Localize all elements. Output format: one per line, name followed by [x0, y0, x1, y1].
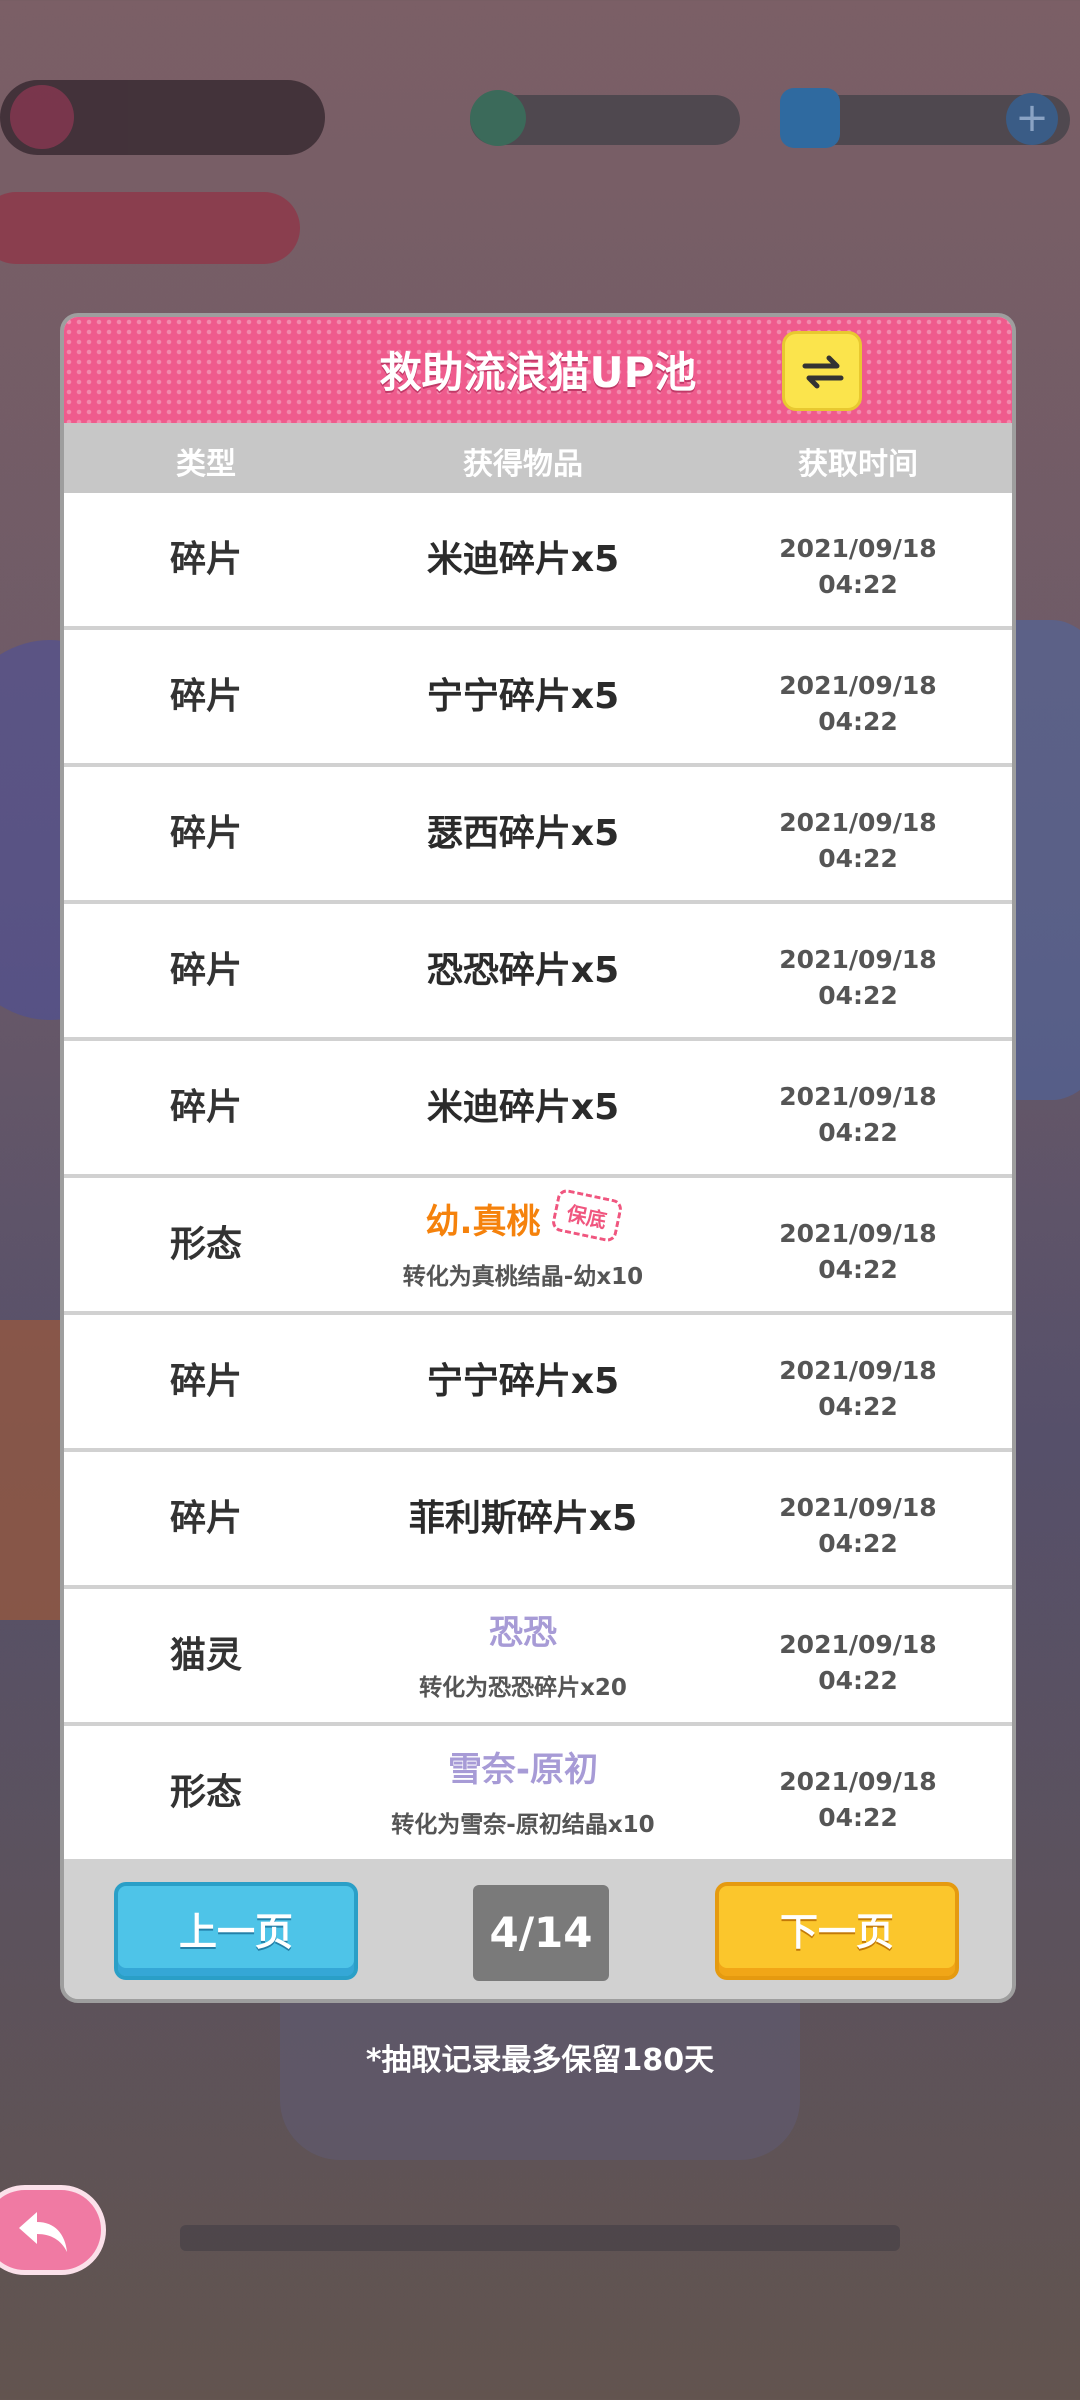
row-item: 米迪碎片x5 — [426, 539, 620, 580]
column-type: 类型 — [176, 447, 236, 482]
table-row: 形态 雪奈-原初 转化为雪奈-原初结晶x10 2021/09/18 04:22 — [64, 1726, 1012, 1859]
dialog-title: 救助流浪猫UP池 — [379, 348, 697, 397]
row-time: 2021/09/18 04:22 — [779, 534, 937, 599]
pagination-bar: 上一页 4/14 下一页 — [64, 1864, 1012, 1999]
page-indicator: 4/14 — [473, 1885, 609, 1981]
row-item: 宁宁碎片x5 — [426, 1361, 620, 1402]
draw-record-pill[interactable] — [0, 192, 300, 264]
coin-icon — [470, 90, 526, 146]
gem-icon — [780, 88, 840, 148]
row-item: 菲利斯碎片x5 — [408, 1498, 638, 1539]
top-event-pill[interactable] — [0, 80, 325, 155]
column-item: 获得物品 — [463, 447, 583, 482]
table-row: 碎片 宁宁碎片x5 2021/09/18 04:22 — [64, 630, 1012, 763]
table-row: 碎片 米迪碎片x5 2021/09/18 04:22 — [64, 493, 1012, 626]
next-page-button[interactable]: 下一页 — [715, 1882, 959, 1980]
row-time: 2021/09/18 04:22 — [779, 1082, 937, 1147]
row-time: 2021/09/18 04:22 — [779, 1219, 937, 1284]
prev-page-button[interactable]: 上一页 — [114, 1882, 358, 1980]
row-item: 米迪碎片x5 — [426, 1087, 620, 1128]
table-row: 碎片 宁宁碎片x5 2021/09/18 04:22 — [64, 1315, 1012, 1448]
row-time: 2021/09/18 04:22 — [779, 1493, 937, 1558]
row-item-conversion: 转化为真桃结晶-幼x10 — [402, 1264, 644, 1290]
avatar — [10, 85, 74, 149]
table-row: 碎片 菲利斯碎片x5 2021/09/18 04:22 — [64, 1452, 1012, 1585]
row-item-name: 恐恐 — [489, 1613, 557, 1653]
row-item: 恐恐碎片x5 — [426, 950, 620, 991]
row-item: 宁宁碎片x5 — [426, 676, 620, 717]
row-time: 2021/09/18 04:22 — [779, 1356, 937, 1421]
row-item-conversion: 转化为雪奈-原初结晶x10 — [391, 1812, 655, 1838]
row-time: 2021/09/18 04:22 — [779, 1767, 937, 1832]
row-item-name: 雪奈-原初 — [447, 1750, 599, 1790]
back-button[interactable] — [0, 2185, 106, 2275]
row-time: 2021/09/18 04:22 — [779, 671, 937, 736]
column-time: 获取时间 — [798, 447, 918, 482]
row-item: 幼.真桃 保底 转化为真桃结晶-幼x10 — [298, 1187, 748, 1291]
column-headers: 类型 获得物品 获取时间 — [64, 423, 1012, 493]
table-row: 猫灵 恐恐 转化为恐恐碎片x20 2021/09/18 04:22 — [64, 1589, 1012, 1722]
background-text — [180, 2225, 900, 2251]
swap-arrows-icon — [802, 355, 844, 389]
record-list[interactable]: 碎片 米迪碎片x5 2021/09/18 04:22 碎片 宁宁碎片x5 2021… — [64, 493, 1012, 1864]
row-item: 雪奈-原初 转化为雪奈-原初结晶x10 — [298, 1742, 748, 1839]
row-time: 2021/09/18 04:22 — [779, 808, 937, 873]
add-currency-icon[interactable]: + — [1006, 93, 1058, 145]
row-item-name: 幼.真桃 — [425, 1202, 541, 1242]
row-time: 2021/09/18 04:22 — [779, 945, 937, 1010]
table-row: 碎片 米迪碎片x5 2021/09/18 04:22 — [64, 1041, 1012, 1174]
table-row: 形态 幼.真桃 保底 转化为真桃结晶-幼x10 2021/09/18 04:22 — [64, 1178, 1012, 1311]
dialog-header: 救助流浪猫UP池 — [64, 317, 1012, 423]
retention-note: *抽取记录最多保留180天 — [365, 2043, 715, 2078]
table-row: 碎片 瑟西碎片x5 2021/09/18 04:22 — [64, 767, 1012, 900]
table-row: 碎片 恐恐碎片x5 2021/09/18 04:22 — [64, 904, 1012, 1037]
back-arrow-icon — [19, 2212, 67, 2252]
row-item: 瑟西碎片x5 — [426, 813, 620, 854]
row-item: 恐恐 转化为恐恐碎片x20 — [298, 1605, 748, 1702]
draw-record-dialog: 救助流浪猫UP池 类型 获得物品 获取时间 碎片 米迪碎片x5 2021/09/… — [60, 313, 1016, 2003]
row-time: 2021/09/18 04:22 — [779, 1630, 937, 1695]
switch-pool-button[interactable] — [782, 331, 862, 411]
pity-badge: 保底 — [550, 1187, 625, 1244]
row-item-conversion: 转化为恐恐碎片x20 — [419, 1675, 627, 1701]
